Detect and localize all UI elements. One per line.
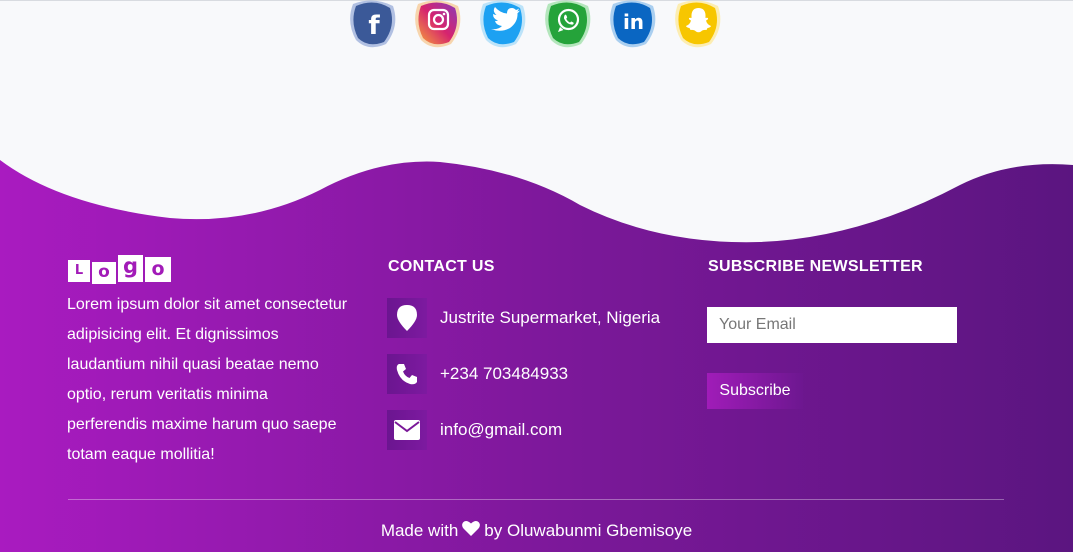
- credit-author[interactable]: by Oluwabunmi Gbemisoye: [484, 521, 692, 541]
- address-text: Justrite Supermarket, Nigeria: [440, 308, 661, 327]
- newsletter-title: SUBSCRIBE NEWSLETTER: [708, 258, 923, 275]
- logo-letter: o: [92, 262, 116, 284]
- contact-address: Justrite Supermarket, Nigeria: [387, 298, 660, 338]
- about-text: Lorem ipsum dolor sit amet consectetur a…: [67, 296, 348, 463]
- logo-letter: g: [118, 255, 143, 282]
- contact-title: CONTACT US: [388, 258, 495, 275]
- contact-email: info@gmail.com: [387, 410, 562, 450]
- footer-divider: [68, 499, 1004, 500]
- email-text[interactable]: info@gmail.com: [440, 420, 562, 440]
- logo[interactable]: L o g o: [68, 255, 171, 284]
- contact-phone: +234 703484933: [387, 354, 568, 394]
- credit-prefix: Made with: [380, 520, 459, 540]
- logo-letter: o: [145, 257, 171, 282]
- phone-icon: [387, 354, 427, 394]
- credit-line: Made with by Oluwabunmi Gbemisoye: [0, 520, 1073, 541]
- phone-text[interactable]: +234 703484933: [440, 364, 568, 384]
- subscribe-button[interactable]: Subscribe: [707, 373, 803, 409]
- envelope-icon: [387, 410, 427, 450]
- location-icon: [387, 298, 427, 338]
- email-field[interactable]: [707, 307, 957, 343]
- heart-icon: [462, 520, 481, 541]
- footer: L o g o Lorem ipsum dolor sit amet conse…: [0, 0, 1073, 552]
- logo-letter: L: [68, 260, 90, 282]
